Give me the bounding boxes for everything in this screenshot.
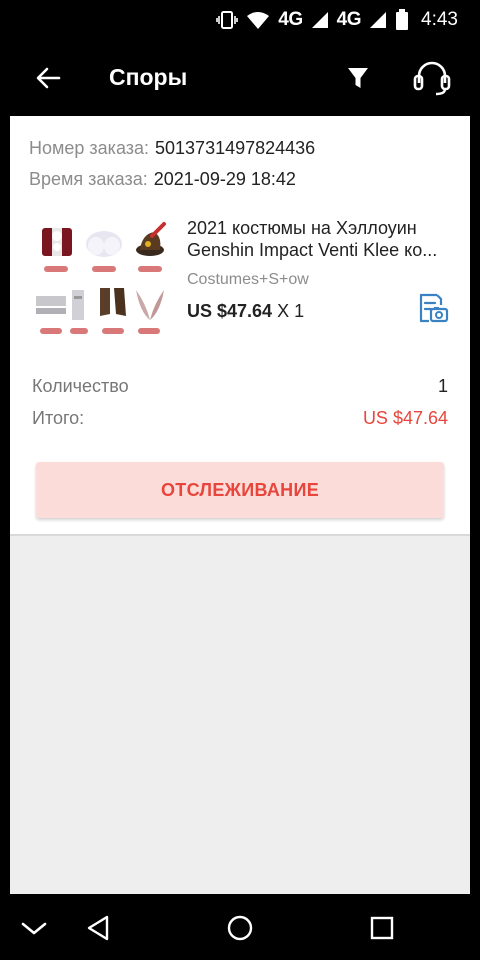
signal-icon: [311, 12, 328, 28]
app-bar: Споры: [0, 40, 480, 116]
battery-icon: [396, 9, 409, 30]
track-button[interactable]: ОТСЛЕЖИВАНИЕ: [36, 462, 444, 518]
page-title: Споры: [109, 64, 188, 90]
product-image[interactable]: [30, 216, 175, 356]
nav-recents-button[interactable]: [360, 906, 404, 950]
signal-icon: [370, 12, 387, 28]
back-arrow-icon: [36, 67, 61, 89]
recents-square-icon: [370, 916, 394, 940]
snapshot-button[interactable]: [412, 288, 452, 328]
order-time-label: Время заказа:: [29, 169, 148, 189]
vibrate-icon: [216, 11, 239, 29]
product-qty: X 1: [277, 301, 305, 321]
snapshot-icon: [419, 293, 449, 323]
network-type-2: 4G: [336, 9, 362, 30]
costume-dress: [42, 228, 72, 256]
home-circle-icon: [227, 915, 253, 941]
back-triangle-icon: [87, 915, 109, 941]
quantity-row: Количество 1: [32, 376, 448, 397]
status-bar: 4G 4G 4:43: [0, 0, 480, 40]
status-icons: 4G 4G 4:43: [216, 8, 458, 32]
order-time-value: 2021-09-29 18:42: [153, 169, 296, 189]
wifi-icon: [247, 12, 270, 29]
product-title-line2: Genshin Impact Venti Klee ко...: [187, 240, 438, 260]
content-area: Номер заказа: 5013731497824436 Время зака…: [10, 116, 470, 894]
hide-keyboard-button[interactable]: [12, 906, 56, 950]
product-price-row: US $47.64 X 1: [187, 301, 304, 322]
product-title-line1: 2021 костюмы на Хэллоуин: [187, 218, 417, 238]
nav-home-button[interactable]: [218, 906, 262, 950]
total-label: Итого:: [32, 408, 85, 428]
total-row: Итого: US $47.64: [32, 408, 448, 429]
product-variant: Costumes+S+ow: [187, 271, 309, 288]
filter-button[interactable]: [338, 58, 378, 98]
product-price: US $47.64: [187, 301, 273, 321]
support-button[interactable]: [410, 56, 454, 100]
nav-back-button[interactable]: [76, 906, 120, 950]
order-number-value: 5013731497824436: [155, 138, 316, 158]
order-number-row: Номер заказа: 5013731497824436: [29, 138, 315, 159]
costume-scarf: [36, 296, 66, 314]
quantity-label: Количество: [32, 376, 129, 396]
filter-icon: [348, 68, 368, 88]
quantity-value: 1: [437, 376, 448, 396]
total-value: US $47.64: [362, 408, 448, 428]
product-title[interactable]: 2021 костюмы на Хэллоуин Genshin Impact …: [187, 217, 452, 261]
chevron-down-icon: [21, 922, 47, 935]
clock: 4:43: [421, 9, 458, 30]
network-type-1: 4G: [278, 9, 303, 30]
back-button[interactable]: [28, 58, 68, 98]
system-nav-bar: [0, 894, 480, 960]
order-number-label: Номер заказа:: [29, 138, 150, 158]
costume-pants: [86, 231, 122, 257]
dispute-order-card: Номер заказа: 5013731497824436 Время зака…: [10, 116, 470, 536]
costume-belt: [72, 290, 84, 320]
headset-icon: [413, 61, 451, 96]
order-time-row: Время заказа: 2021-09-29 18:42: [29, 169, 296, 190]
